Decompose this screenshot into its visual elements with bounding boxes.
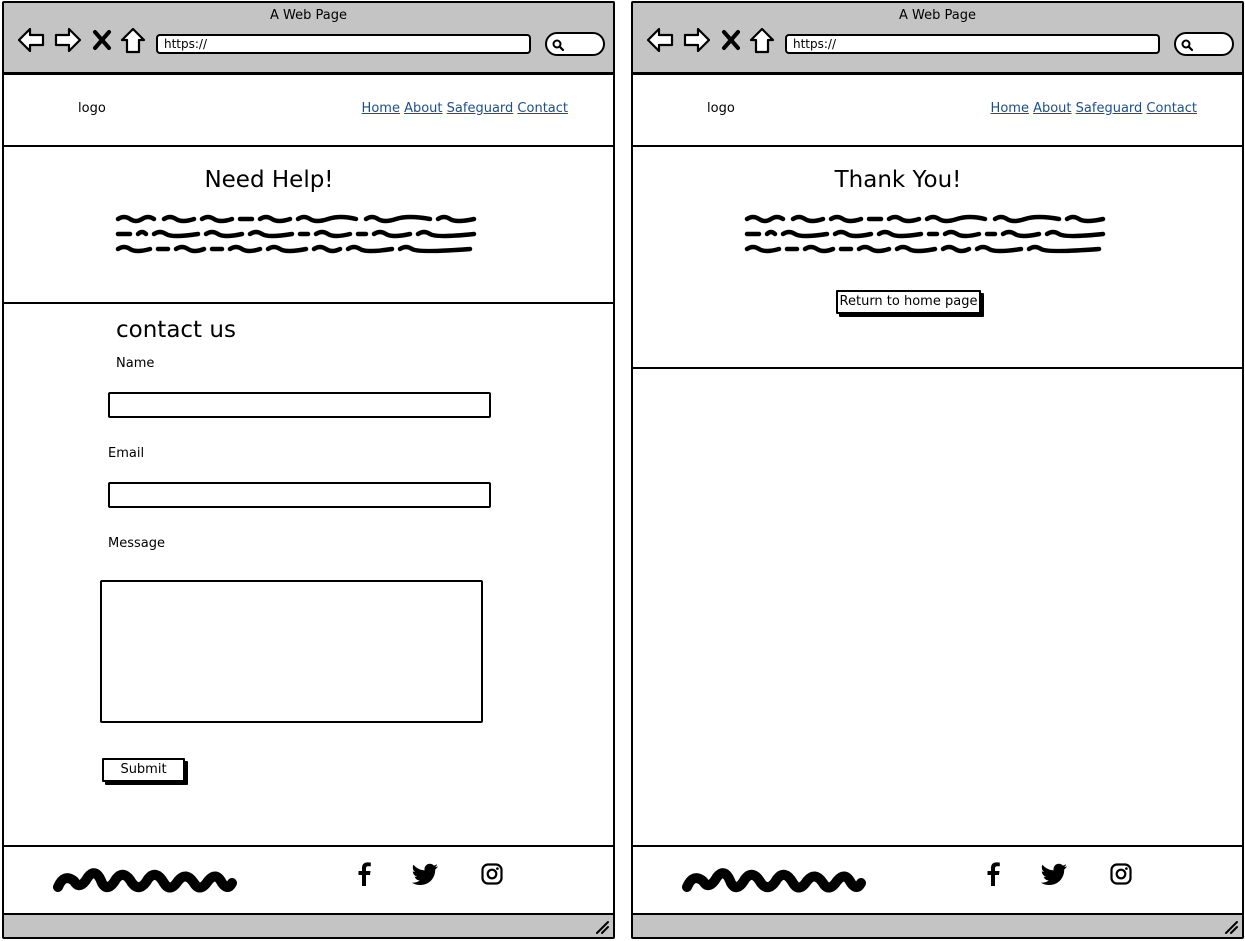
nav-link-about[interactable]: About — [1033, 101, 1071, 116]
resize-grip-icon[interactable] — [595, 920, 609, 934]
home-icon[interactable] — [747, 25, 777, 55]
message-label: Message — [108, 536, 165, 551]
name-label: Name — [116, 356, 155, 371]
email-label: Email — [108, 446, 145, 461]
message-textarea[interactable] — [100, 580, 483, 723]
nav-link-safeguard[interactable]: Safeguard — [447, 101, 514, 116]
facebook-icon[interactable] — [981, 861, 1005, 887]
hero-section: Thank You! Return to home page — [633, 149, 1242, 369]
placeholder-paragraph — [744, 214, 1106, 254]
nav-link-contact[interactable]: Contact — [1146, 101, 1197, 116]
nav-link-safeguard[interactable]: Safeguard — [1076, 101, 1143, 116]
nav-link-home[interactable]: Home — [362, 101, 400, 116]
window-title: A Web Page — [899, 8, 976, 23]
site-header: logo Home About Safeguard Contact — [4, 76, 613, 147]
forward-arrow-icon[interactable] — [53, 25, 83, 55]
contact-heading: contact us — [116, 317, 236, 343]
submit-button[interactable]: Submit — [102, 758, 185, 782]
footer-placeholder-text — [682, 868, 866, 893]
logo: logo — [707, 101, 735, 116]
back-arrow-icon[interactable] — [645, 25, 675, 55]
main-nav: Home About Safeguard Contact — [991, 101, 1197, 116]
page-title: Need Help! — [204, 167, 334, 193]
close-x-icon[interactable] — [90, 25, 114, 55]
address-bar[interactable]: https:// — [156, 34, 531, 54]
home-icon[interactable] — [118, 25, 148, 55]
status-bar — [4, 915, 613, 937]
thank-you-page-window: A Web Page https:// logo Home About Safe… — [631, 1, 1244, 939]
address-bar[interactable]: https:// — [785, 34, 1160, 54]
page-title: Thank You! — [834, 167, 962, 193]
nav-link-contact[interactable]: Contact — [517, 101, 568, 116]
email-input[interactable] — [108, 482, 491, 508]
resize-grip-icon[interactable] — [1224, 920, 1238, 934]
forward-arrow-icon[interactable] — [682, 25, 712, 55]
placeholder-paragraph — [115, 214, 477, 254]
contact-page-window: A Web Page https:// logo Home About Safe… — [2, 1, 615, 939]
main-nav: Home About Safeguard Contact — [362, 101, 568, 116]
name-input[interactable] — [108, 392, 491, 418]
site-footer — [4, 845, 613, 915]
browser-search-box[interactable] — [1174, 32, 1234, 56]
browser-chrome: A Web Page https:// — [633, 3, 1242, 75]
close-x-icon[interactable] — [719, 25, 743, 55]
browser-chrome: A Web Page https:// — [4, 3, 613, 75]
search-icon — [1181, 39, 1194, 52]
instagram-icon[interactable] — [1109, 861, 1133, 887]
hero-section: Need Help! — [4, 149, 613, 304]
window-title: A Web Page — [270, 8, 347, 23]
twitter-icon[interactable] — [1041, 861, 1069, 887]
site-footer — [633, 845, 1242, 915]
logo: logo — [78, 101, 106, 116]
twitter-icon[interactable] — [412, 861, 440, 887]
status-bar — [633, 915, 1242, 937]
nav-link-about[interactable]: About — [404, 101, 442, 116]
search-icon — [552, 39, 565, 52]
facebook-icon[interactable] — [352, 861, 376, 887]
nav-link-home[interactable]: Home — [991, 101, 1029, 116]
back-arrow-icon[interactable] — [16, 25, 46, 55]
return-home-button[interactable]: Return to home page — [836, 290, 981, 314]
site-header: logo Home About Safeguard Contact — [633, 76, 1242, 147]
instagram-icon[interactable] — [480, 861, 504, 887]
footer-placeholder-text — [53, 868, 237, 893]
browser-search-box[interactable] — [545, 32, 605, 56]
